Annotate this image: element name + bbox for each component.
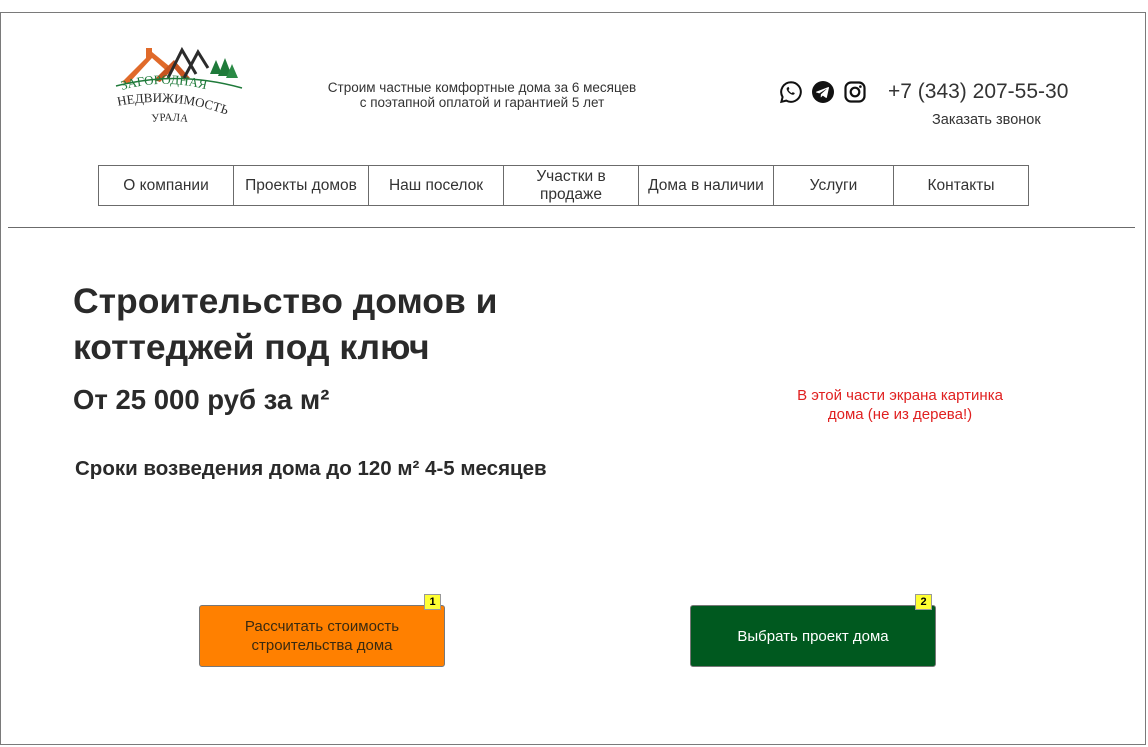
request-callback-link[interactable]: Заказать звонок bbox=[932, 112, 1041, 128]
choose-project-label: Выбрать проект дома bbox=[737, 627, 889, 645]
header-tagline: Строим частные комфортные дома за 6 меся… bbox=[300, 80, 664, 110]
nav-item-contacts[interactable]: Контакты bbox=[894, 166, 1028, 205]
image-note-line-1: В этой части экрана картинка bbox=[797, 387, 1003, 404]
hero-title-line-2: коттеджей под ключ bbox=[73, 327, 430, 367]
main-navigation: О компании Проекты домов Наш поселок Уча… bbox=[98, 165, 1029, 206]
telegram-icon[interactable] bbox=[811, 80, 835, 104]
phone-number[interactable]: +7 (343) 207-55-30 bbox=[888, 80, 1068, 104]
calculate-cost-button[interactable]: Рассчитать стоимость строительства дома bbox=[199, 605, 445, 667]
svg-text:УРАЛА: УРАЛА bbox=[151, 112, 189, 125]
hero-title-line-1: Строительство домов и bbox=[73, 281, 498, 321]
calculate-cost-label-line-1: Рассчитать стоимость bbox=[244, 618, 400, 635]
logo-text-line3: УРАЛА bbox=[151, 112, 189, 125]
company-logo[interactable]: ЗАГОРОДНАЯ НЕДВИЖИМОСТЬ УРАЛА bbox=[112, 44, 244, 130]
nav-item-house-projects[interactable]: Проекты домов bbox=[234, 166, 369, 205]
nav-item-services[interactable]: Услуги bbox=[774, 166, 894, 205]
image-placeholder-note: В этой части экрана картинка дома (не из… bbox=[760, 386, 1040, 424]
nav-item-our-village[interactable]: Наш поселок bbox=[369, 166, 504, 205]
hero-build-terms: Сроки возведения дома до 120 м² 4-5 меся… bbox=[75, 457, 547, 480]
tagline-line-1: Строим частные комфортные дома за 6 меся… bbox=[327, 80, 637, 95]
instagram-icon[interactable] bbox=[843, 80, 867, 104]
choose-project-button[interactable]: Выбрать проект дома bbox=[690, 605, 936, 667]
header-divider bbox=[8, 227, 1135, 228]
nav-item-plots-for-sale[interactable]: Участки в продаже bbox=[504, 166, 639, 205]
whatsapp-icon[interactable] bbox=[779, 80, 803, 104]
social-links bbox=[779, 80, 867, 104]
annotation-badge-2: 2 bbox=[915, 594, 932, 610]
calculate-cost-label-line-2: строительства дома bbox=[251, 637, 393, 654]
hero-title: Строительство домов и коттеджей под ключ bbox=[73, 278, 498, 370]
image-note-line-2: дома (не из дерева!) bbox=[827, 406, 973, 423]
annotation-badge-1: 1 bbox=[424, 594, 441, 610]
nav-item-about[interactable]: О компании bbox=[99, 166, 234, 205]
logo-graphic: ЗАГОРОДНАЯ НЕДВИЖИМОСТЬ УРАЛА bbox=[116, 46, 243, 125]
tagline-line-2: с поэтапной оплатой и гарантией 5 лет bbox=[359, 95, 605, 110]
hero-price: От 25 000 руб за м² bbox=[73, 384, 330, 415]
nav-item-houses-in-stock[interactable]: Дома в наличии bbox=[639, 166, 774, 205]
